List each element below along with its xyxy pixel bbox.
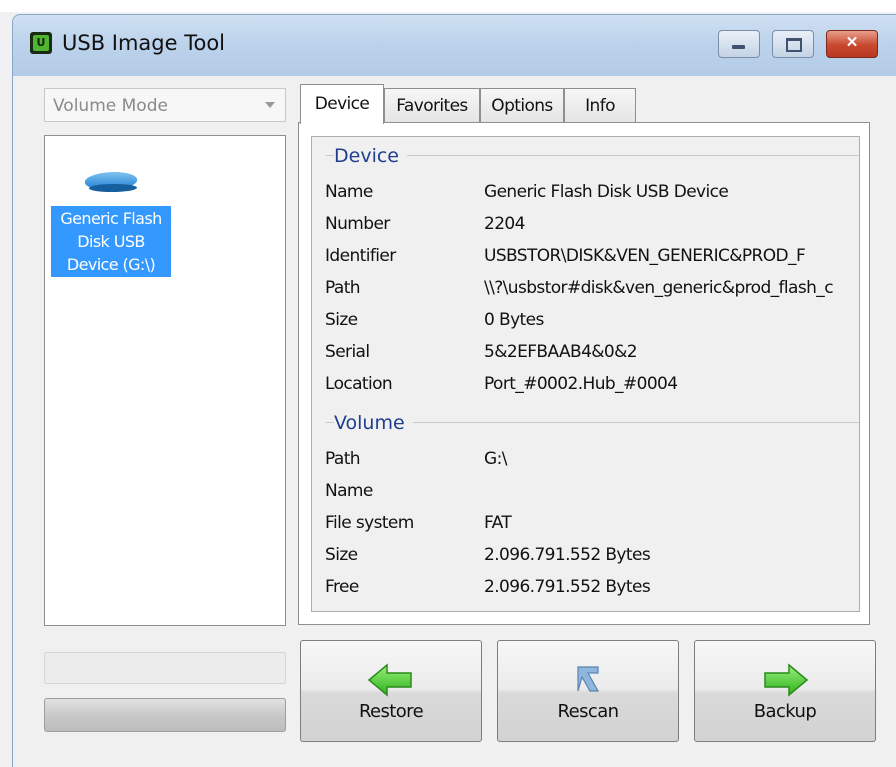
mode-select[interactable]: Volume Mode xyxy=(44,88,286,122)
device-serial-label: Serial xyxy=(325,342,370,362)
rescan-icon xyxy=(577,666,600,692)
arrow-left-icon xyxy=(367,663,412,697)
device-name-value: Generic Flash Disk USB Device xyxy=(484,182,729,202)
volume-filesystem-value: FAT xyxy=(484,513,512,533)
screen-top-strip xyxy=(0,0,896,12)
app-icon-letter: U xyxy=(33,35,49,51)
mode-select-value: Volume Mode xyxy=(53,96,168,116)
rescan-label: Rescan xyxy=(557,701,619,722)
rescan-button[interactable]: Rescan xyxy=(497,640,679,742)
volume-free-value: 2.096.791.552 Bytes xyxy=(484,577,651,597)
usb-drive-icon[interactable] xyxy=(85,172,137,190)
chevron-down-icon xyxy=(265,102,275,108)
close-icon: ✕ xyxy=(845,34,859,51)
device-info-panel: Device Name Generic Flash Disk USB Devic… xyxy=(311,136,860,612)
maximize-icon xyxy=(773,31,813,57)
device-size-value: 0 Bytes xyxy=(484,310,544,330)
tab-info[interactable]: Info xyxy=(564,88,636,122)
volume-filesystem-label: File system xyxy=(325,513,414,533)
volume-path-value: G:\ xyxy=(484,449,507,469)
device-location-label: Location xyxy=(325,374,393,394)
device-location-value: Port_#0002.Hub_#0004 xyxy=(484,374,678,394)
restore-button[interactable]: Restore xyxy=(300,640,482,742)
device-identifier-label: Identifier xyxy=(325,246,396,266)
device-path-value: \\?\usbstor#disk&ven_generic&prod_flash_… xyxy=(484,278,834,298)
volume-size-value: 2.096.791.552 Bytes xyxy=(484,545,651,565)
device-serial-value: 5&2EFBAAB4&0&2 xyxy=(484,342,638,362)
volume-path-label: Path xyxy=(325,449,361,469)
volume-name-label: Name xyxy=(325,481,373,501)
device-list[interactable]: Generic Flash Disk USB Device (G:\) xyxy=(44,135,286,626)
tab-favorites[interactable]: Favorites xyxy=(384,88,480,122)
backup-button[interactable]: Backup xyxy=(694,640,876,742)
status-bar xyxy=(44,652,286,684)
volume-size-label: Size xyxy=(325,545,358,565)
device-path-label: Path xyxy=(325,278,361,298)
close-button[interactable]: ✕ xyxy=(826,30,878,58)
device-number-label: Number xyxy=(325,214,390,234)
window-title: USB Image Tool xyxy=(62,31,226,55)
app-icon: U xyxy=(30,32,52,54)
device-list-item[interactable]: Generic Flash Disk USB Device (G:\) xyxy=(51,206,171,277)
device-number-value: 2204 xyxy=(484,214,525,234)
device-group-heading: Device xyxy=(334,145,407,167)
device-name-label: Name xyxy=(325,182,373,202)
backup-label: Backup xyxy=(753,701,817,722)
device-size-label: Size xyxy=(325,310,358,330)
arrow-right-icon xyxy=(764,663,809,697)
device-identifier-value: USBSTOR\DISK&VEN_GENERIC&PROD_F xyxy=(484,246,806,266)
minimize-icon xyxy=(719,31,759,57)
maximize-button[interactable] xyxy=(772,30,814,58)
restore-label: Restore xyxy=(358,701,424,722)
tab-device[interactable]: Device xyxy=(300,84,384,124)
progress-bar xyxy=(44,698,286,732)
tab-options[interactable]: Options xyxy=(480,88,564,122)
volume-free-label: Free xyxy=(325,577,359,597)
minimize-button[interactable] xyxy=(718,30,760,58)
volume-group-heading: Volume xyxy=(334,412,413,434)
